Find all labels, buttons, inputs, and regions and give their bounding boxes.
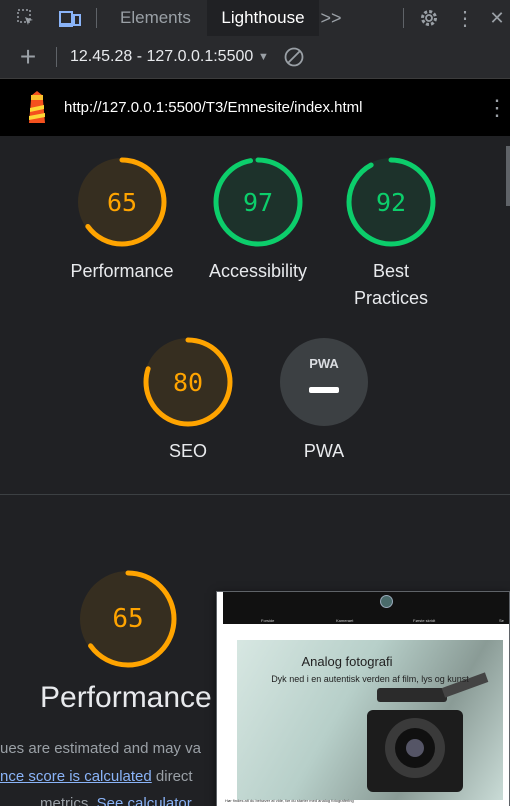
final-screenshot-preview[interactable]: Forside Kameraet Første skridt Se Analog… <box>216 591 510 806</box>
performance-title: Performance <box>40 681 212 714</box>
preview-logo-icon <box>380 595 393 608</box>
gauge-score: 65 <box>112 604 144 634</box>
preview-subtitle: Dyk ned i en autentisk verden af film, l… <box>271 674 469 684</box>
inspect-element-icon[interactable] <box>14 0 38 36</box>
more-tabs-icon[interactable]: >> <box>320 0 342 36</box>
new-report-button[interactable]: + <box>16 36 40 78</box>
scrollbar[interactable] <box>506 146 510 206</box>
preview-nav-item: Første skridt <box>413 618 436 623</box>
preview-hero: Analog fotografi Dyk ned i en autentisk … <box>237 640 503 800</box>
see-calculator-link[interactable]: See calculator <box>97 795 192 806</box>
devtools-menu-icon[interactable]: ⋮ <box>455 0 475 36</box>
gauge-pwa[interactable]: PWA PWA <box>264 336 384 465</box>
close-devtools-icon[interactable]: ✕ <box>486 0 508 36</box>
gauge-label: Best Practices <box>353 261 429 308</box>
toolbar-separator <box>403 8 404 28</box>
settings-gear-icon[interactable] <box>416 0 442 36</box>
tab-elements[interactable]: Elements <box>104 0 207 36</box>
device-toolbar-icon[interactable] <box>56 0 84 36</box>
section-divider <box>0 494 510 495</box>
gauge-label: SEO <box>168 441 207 461</box>
gauge-accessibility[interactable]: 97 Accessibility <box>196 156 320 285</box>
pwa-badge-icon <box>280 338 368 426</box>
score-calculated-link[interactable]: nce score is calculated <box>0 768 152 785</box>
toolbar-separator <box>56 47 57 67</box>
toolbar-separator <box>96 8 97 28</box>
lighthouse-logo-icon <box>24 91 50 130</box>
report-url[interactable]: http://127.0.0.1:5500/T3/Emnesite/index.… <box>64 99 363 116</box>
preview-nav: Forside Kameraet Første skridt Se <box>223 592 509 624</box>
clear-all-icon[interactable] <box>283 46 305 73</box>
report-url-bar: http://127.0.0.1:5500/T3/Emnesite/index.… <box>0 79 510 136</box>
gauge-seo[interactable]: 80 SEO <box>128 336 248 465</box>
preview-title: Analog fotografi <box>301 654 393 669</box>
gauge-score: 97 <box>242 187 274 217</box>
disclaimer-line: ues are estimated and may va <box>0 740 201 757</box>
disclaimer-line: metrics. See calculator <box>40 795 192 806</box>
chevron-down-icon[interactable]: ▼ <box>258 51 269 63</box>
report-select[interactable]: 12.45.28 - 127.0.0.1:5500 <box>70 48 253 66</box>
gauge-score: 80 <box>172 367 204 397</box>
gauge-label: Performance <box>70 261 174 281</box>
preview-nav-item: Se <box>499 618 504 623</box>
gauge-score: 65 <box>106 187 138 217</box>
disclaimer-line: nce score is calculated direct <box>0 768 193 785</box>
devtools-tabbar: Elements Lighthouse >> ⋮ ✕ <box>0 0 510 37</box>
performance-gauge-large[interactable]: 65 <box>78 569 178 669</box>
preview-nav-item: Forside <box>261 618 275 623</box>
gauge-performance[interactable]: 65 Performance <box>62 156 182 285</box>
lighthouse-report: 65 Performance 97 Accessibility 92 Best … <box>0 136 510 806</box>
preview-nav-item: Kameraet <box>336 618 354 623</box>
pwa-badge-text: PWA <box>309 356 339 371</box>
preview-body-text: Hør findes alt du behøver at vide, før d… <box>225 798 354 803</box>
gauge-label: Accessibility <box>208 261 308 281</box>
gauge-label: PWA <box>303 441 345 461</box>
report-menu-icon[interactable]: ⋮ <box>486 95 508 121</box>
gauge-score: 92 <box>375 187 407 217</box>
gauge-best-practices[interactable]: 92 Best Practices <box>335 156 447 312</box>
lighthouse-toolbar: + 12.45.28 - 127.0.0.1:5500 ▼ <box>0 36 510 79</box>
tab-lighthouse[interactable]: Lighthouse <box>207 0 319 36</box>
